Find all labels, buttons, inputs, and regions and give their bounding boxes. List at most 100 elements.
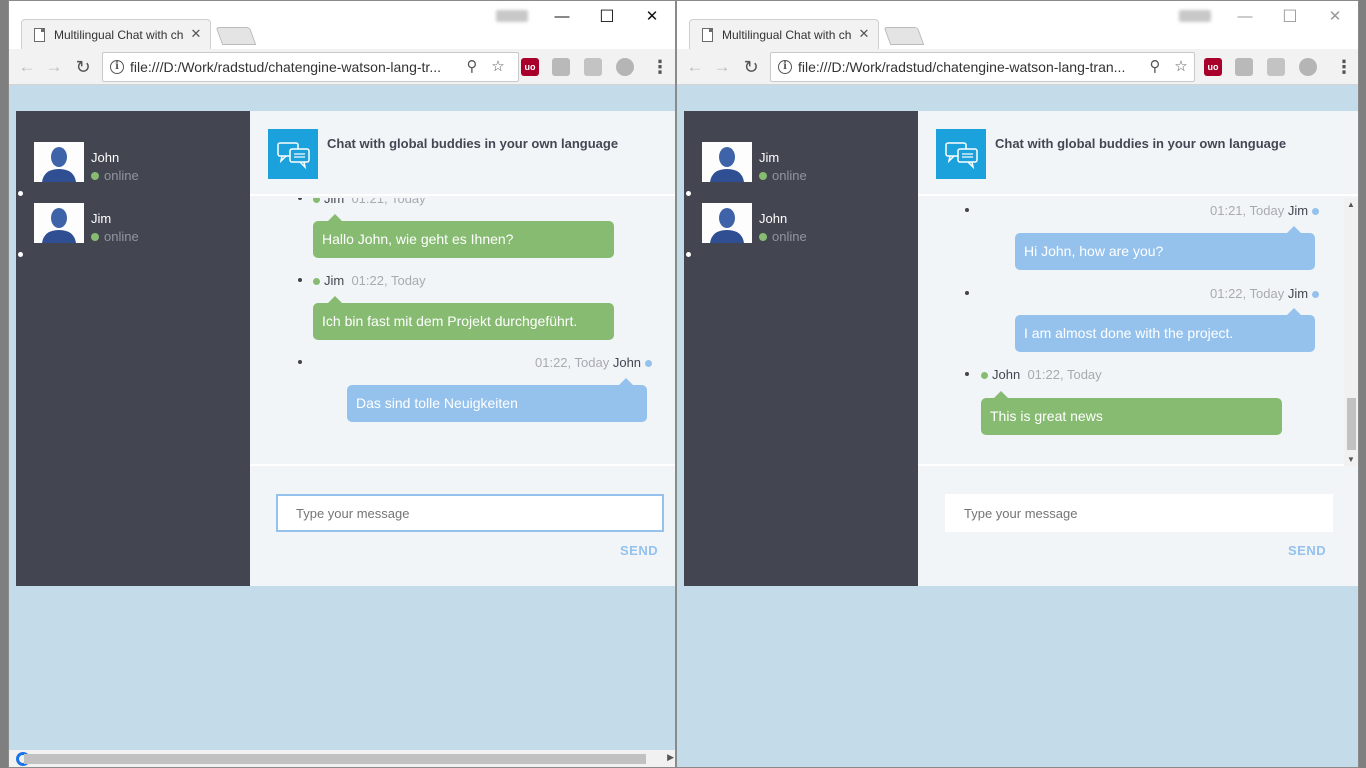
chat-history[interactable]: Jim 01:21, Today Hallo John, wie geht es…: [250, 198, 675, 466]
contact-status: online: [772, 229, 807, 244]
reload-button[interactable]: ↻: [72, 56, 94, 78]
online-status-icon: [1311, 291, 1319, 299]
contact-status: online: [104, 229, 139, 244]
page-icon: [34, 28, 45, 42]
profile-button[interactable]: [1179, 10, 1211, 22]
address-bar[interactable]: i file:///D:/Work/radstud/chatengine-wat…: [102, 52, 519, 82]
message-input[interactable]: [945, 494, 1333, 532]
pdf-extension-icon[interactable]: [1235, 58, 1253, 76]
title-bar: Multilingual Chat with ch ✕ — ☐ ✕: [677, 1, 1358, 49]
contact-name: Jim: [759, 150, 780, 165]
ublock-icon[interactable]: uo: [521, 58, 539, 76]
browser-menu-icon[interactable]: ⋮: [651, 57, 669, 77]
list-bullet: [965, 372, 969, 376]
contact-name: John: [91, 150, 120, 165]
cast-extension-icon[interactable]: [1267, 58, 1285, 76]
pdf-extension-icon[interactable]: [552, 58, 570, 76]
forward-button[interactable]: →: [711, 56, 733, 78]
chat-panel: Chat with global buddies in your own lan…: [250, 111, 675, 586]
contact-item[interactable]: Jim online: [34, 203, 244, 245]
message-meta: John 01:22, Today: [981, 367, 1102, 382]
message-bubble: Das sind tolle Neuigkeiten: [347, 385, 647, 422]
c-extension-icon[interactable]: [616, 58, 634, 76]
chat-app: Jim online John online Chat with global …: [684, 111, 1358, 586]
new-tab-button[interactable]: [215, 27, 257, 45]
cast-extension-icon[interactable]: [584, 58, 602, 76]
message-sender: John: [612, 355, 642, 370]
scroll-up-icon[interactable]: ▲: [1346, 200, 1356, 209]
contact-item[interactable]: Jim online: [702, 142, 912, 184]
chat-header: Chat with global buddies in your own lan…: [918, 111, 1358, 196]
list-bullet: [686, 252, 691, 257]
message-bubble: Hallo John, wie geht es Ihnen?: [313, 221, 614, 258]
tab-close-icon[interactable]: ✕: [856, 26, 872, 42]
reload-button[interactable]: ↻: [740, 56, 762, 78]
bookmark-star-icon[interactable]: ☆: [489, 58, 507, 76]
contact-status: online: [104, 168, 139, 183]
message-input[interactable]: [276, 494, 664, 532]
ublock-icon[interactable]: uo: [1204, 58, 1222, 76]
scroll-right-icon[interactable]: ▶: [667, 752, 674, 763]
contact-item[interactable]: John online: [34, 142, 244, 184]
contact-name: John: [759, 211, 788, 226]
browser-window-right: Multilingual Chat with ch ✕ — ☐ ✕ ← → ↻ …: [676, 0, 1359, 768]
send-button[interactable]: SEND: [620, 543, 658, 558]
list-bullet: [298, 278, 302, 282]
close-window-button[interactable]: ✕: [1312, 5, 1358, 29]
send-button[interactable]: SEND: [1288, 543, 1326, 558]
c-extension-icon[interactable]: [1299, 58, 1317, 76]
online-status-icon: [644, 360, 652, 368]
online-status-icon: [313, 198, 320, 204]
chat-panel: Chat with global buddies in your own lan…: [918, 111, 1358, 586]
chat-app: John online Jim online Chat with global …: [16, 111, 675, 586]
back-button[interactable]: ←: [16, 56, 38, 78]
tab-title: Multilingual Chat with ch: [722, 28, 852, 42]
close-window-button[interactable]: ✕: [629, 5, 675, 29]
contact-item[interactable]: John online: [702, 203, 912, 245]
forward-button[interactable]: →: [43, 56, 65, 78]
list-bullet: [686, 191, 691, 196]
url-text: file:///D:/Work/radstud/chatengine-watso…: [798, 59, 1126, 75]
message-bubble: Hi John, how are you?: [1015, 233, 1315, 270]
bookmark-star-icon[interactable]: ☆: [1172, 58, 1190, 76]
contact-name: Jim: [91, 211, 112, 226]
message-time: 01:22, Today: [1210, 286, 1285, 301]
message-bubble: This is great news: [981, 398, 1282, 435]
browser-tab[interactable]: Multilingual Chat with ch ✕: [21, 19, 211, 49]
message-sender: Jim: [1287, 203, 1309, 218]
info-icon[interactable]: i: [110, 60, 124, 74]
new-tab-button[interactable]: [883, 27, 925, 45]
chat-bubbles-icon: [936, 129, 986, 179]
user-avatar-icon: [702, 203, 752, 243]
info-icon[interactable]: i: [778, 60, 792, 74]
message-meta: 01:21, Today Jim: [1210, 203, 1323, 218]
online-status-icon: [1311, 208, 1319, 216]
maximize-button[interactable]: ☐: [584, 5, 630, 29]
browser-tab[interactable]: Multilingual Chat with ch ✕: [689, 19, 879, 49]
message-sender: Jim: [1287, 286, 1309, 301]
back-button[interactable]: ←: [684, 56, 706, 78]
message-bubble: I am almost done with the project.: [1015, 315, 1315, 352]
message-sender: Jim: [324, 198, 345, 206]
message-sender: Jim: [324, 273, 345, 288]
zoom-icon[interactable]: ⚲: [1146, 58, 1164, 76]
scrollbar-thumb[interactable]: [1347, 398, 1356, 450]
address-bar[interactable]: i file:///D:/Work/radstud/chatengine-wat…: [770, 52, 1195, 82]
minimize-button[interactable]: —: [539, 5, 585, 29]
scrollbar-thumb[interactable]: [24, 754, 646, 764]
chat-history[interactable]: 01:21, Today Jim Hi John, how are you? 0…: [918, 198, 1358, 466]
horizontal-scrollbar[interactable]: ▶: [9, 750, 675, 767]
message-composer: SEND: [250, 468, 675, 586]
maximize-button[interactable]: ☐: [1267, 5, 1313, 29]
tab-close-icon[interactable]: ✕: [188, 26, 204, 42]
zoom-icon[interactable]: ⚲: [463, 58, 481, 76]
user-avatar-icon: [702, 142, 752, 182]
profile-button[interactable]: [496, 10, 528, 22]
message-time: 01:22, Today: [351, 273, 426, 288]
browser-menu-icon[interactable]: ⋮: [1335, 57, 1353, 77]
scroll-down-icon[interactable]: ▼: [1346, 455, 1356, 464]
vertical-scrollbar[interactable]: ▲ ▼: [1344, 198, 1358, 466]
contact-list: John online Jim online: [16, 111, 250, 586]
minimize-button[interactable]: —: [1222, 5, 1268, 29]
online-status-icon: [759, 233, 767, 241]
